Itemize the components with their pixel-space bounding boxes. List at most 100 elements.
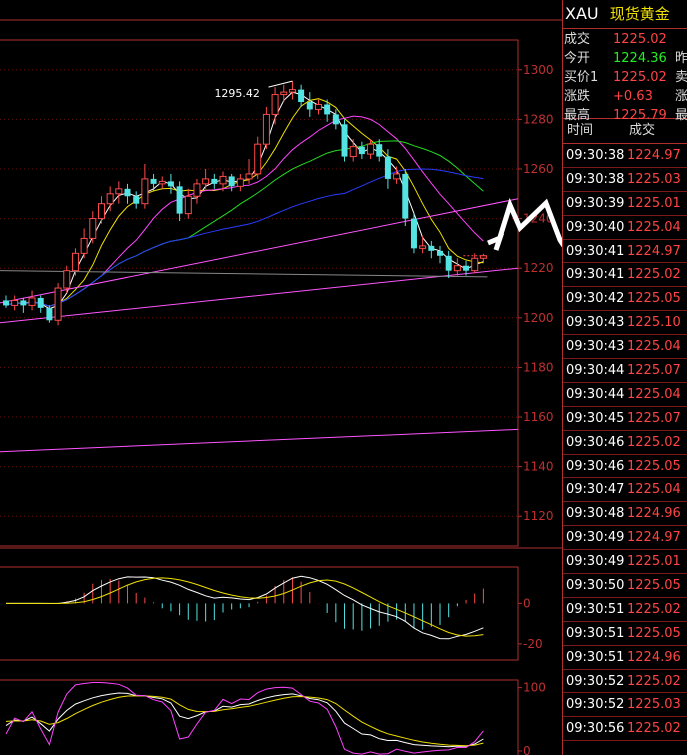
tick-time: 09:30:56 bbox=[566, 721, 625, 737]
tick-row[interactable]: 09:30:43 1225.10 bbox=[563, 311, 687, 336]
tick-time: 09:30:41 bbox=[566, 267, 625, 283]
candle-body-up bbox=[11, 299, 19, 306]
candle-body-up bbox=[184, 195, 192, 215]
quote-label: 成交 bbox=[564, 32, 591, 47]
tick-row[interactable]: 09:30:44 1225.04 bbox=[563, 383, 687, 407]
kdj-panel: 100 0 bbox=[5, 681, 546, 755]
tick-time: 09:30:44 bbox=[566, 386, 625, 402]
candle-body-up bbox=[245, 173, 253, 180]
quote-panel: XAU 现货黄金 成交 1225.02 今开 1224.36 昨买价1 1225.02 卖涨… bbox=[562, 0, 687, 755]
y-tick-label: 1200 bbox=[523, 311, 554, 325]
tick-price: 1225.02 bbox=[627, 721, 681, 737]
candle-body-down bbox=[410, 218, 417, 249]
trend-lines bbox=[0, 198, 519, 453]
tick-time: 09:30:51 bbox=[566, 625, 625, 641]
ticks-header: 时间 成交 bbox=[563, 119, 687, 144]
tick-row[interactable]: 09:30:41 1224.97 bbox=[563, 240, 687, 264]
price-axis: 1120114011601180120012201240126012801300 bbox=[518, 63, 554, 523]
tick-row[interactable]: 09:30:51 1225.02 bbox=[563, 598, 687, 622]
tick-row[interactable]: 09:30:42 1225.05 bbox=[563, 287, 687, 312]
high-annotation-label: 1295.42 bbox=[214, 87, 260, 100]
tick-row[interactable]: 09:30:38 1225.03 bbox=[563, 168, 687, 192]
candle-body-up bbox=[419, 245, 427, 249]
cursor-scribbles bbox=[487, 197, 562, 251]
ticks-header-time: 时间 bbox=[567, 123, 594, 138]
y-tick-label: 1260 bbox=[523, 162, 554, 176]
macd-tick-label: -20 bbox=[523, 637, 543, 651]
y-tick-label: 1140 bbox=[523, 460, 554, 474]
candle-body-up bbox=[271, 94, 279, 115]
candle-body-up bbox=[106, 193, 114, 205]
tick-row[interactable]: 09:30:52 1225.02 bbox=[563, 670, 687, 694]
tick-row[interactable]: 09:30:47 1225.04 bbox=[563, 478, 687, 503]
tick-price: 1225.05 bbox=[627, 578, 681, 594]
candle-body-up bbox=[80, 237, 88, 254]
candle-body-down bbox=[306, 102, 313, 110]
tick-row[interactable]: 09:30:40 1225.04 bbox=[563, 216, 687, 240]
quote-row: 涨跌 +0.63 涨 bbox=[563, 87, 687, 106]
y-tick-label: 1220 bbox=[523, 261, 554, 275]
tick-price: 1225.01 bbox=[627, 195, 681, 211]
tick-row[interactable]: 09:30:51 1224.96 bbox=[563, 646, 687, 670]
tick-row[interactable]: 09:30:46 1225.05 bbox=[563, 455, 687, 479]
tick-time: 09:30:51 bbox=[566, 649, 625, 665]
tick-row[interactable]: 09:30:51 1225.05 bbox=[563, 622, 687, 646]
tick-row[interactable]: 09:30:38 1224.97 bbox=[563, 144, 687, 168]
quote-extra-label: 卖 bbox=[675, 70, 687, 85]
tick-time: 09:30:38 bbox=[566, 171, 625, 187]
candle-body-up bbox=[115, 188, 123, 195]
candle-body-down bbox=[46, 307, 53, 321]
candle-body-up bbox=[262, 113, 270, 145]
tick-row[interactable]: 09:30:56 1225.02 bbox=[563, 717, 687, 742]
tick-time: 09:30:51 bbox=[566, 601, 625, 617]
candle-body-up bbox=[158, 180, 166, 185]
macd-dea-line bbox=[6, 577, 484, 637]
tick-row[interactable]: 09:30:48 1224.96 bbox=[563, 502, 687, 527]
tick-list[interactable]: 09:30:38 1224.97 09:30:38 1225.03 09:30:39 12… bbox=[563, 144, 687, 742]
candle-body-up bbox=[63, 270, 71, 289]
candle-body-up bbox=[89, 218, 97, 239]
quote-value: 1224.36 bbox=[613, 51, 667, 66]
candle-body-down bbox=[376, 144, 383, 157]
candle-body-down bbox=[176, 186, 183, 214]
tick-row[interactable]: 09:30:39 1225.01 bbox=[563, 192, 687, 216]
candle-body-up bbox=[314, 103, 322, 110]
quote-row: 买价1 1225.02 卖 bbox=[563, 68, 687, 87]
tick-row[interactable]: 09:30:41 1225.02 bbox=[563, 263, 687, 288]
candle-body-down bbox=[20, 300, 27, 306]
tick-time: 09:30:39 bbox=[566, 195, 625, 211]
kline-chart[interactable]: 1295.42 11201140116011801200122012401260… bbox=[0, 0, 562, 755]
candle-body-up bbox=[288, 89, 296, 93]
tick-row[interactable]: 09:30:52 1225.03 bbox=[563, 693, 687, 718]
tick-row[interactable]: 09:30:43 1225.04 bbox=[563, 335, 687, 360]
macd-panel: 0 -20 bbox=[6, 575, 543, 651]
candlestick-series bbox=[3, 81, 487, 326]
tick-row[interactable]: 09:30:49 1224.97 bbox=[563, 526, 687, 551]
kdj-tick-label: 100 bbox=[523, 681, 546, 695]
tick-time: 09:30:49 bbox=[566, 530, 625, 546]
candle-body-down bbox=[124, 188, 131, 197]
y-tick-label: 1120 bbox=[523, 509, 554, 523]
candle-body-down bbox=[358, 146, 365, 155]
candle-body-down bbox=[37, 297, 44, 308]
quote-extra-label: 涨 bbox=[675, 89, 687, 104]
tick-time: 09:30:50 bbox=[566, 578, 625, 594]
tick-row[interactable]: 09:30:50 1225.05 bbox=[563, 574, 687, 598]
kdj-j-line bbox=[5, 682, 484, 755]
tick-row[interactable]: 09:30:49 1225.01 bbox=[563, 550, 687, 575]
quote-value: 1225.02 bbox=[613, 32, 667, 47]
symbol-code: XAU bbox=[565, 4, 599, 23]
tick-row[interactable]: 09:30:45 1225.07 bbox=[563, 407, 687, 431]
tick-row[interactable]: 09:30:46 1225.02 bbox=[563, 431, 687, 455]
annotation-leader bbox=[268, 80, 293, 88]
instrument-name: 现货黄金 bbox=[609, 5, 670, 23]
tick-row[interactable]: 09:30:44 1225.07 bbox=[563, 359, 687, 383]
tick-price: 1225.02 bbox=[627, 601, 681, 617]
candle-body-up bbox=[236, 178, 244, 187]
tick-time: 09:30:49 bbox=[566, 554, 625, 570]
quote-extra-label: 昨 bbox=[675, 51, 687, 66]
tick-time: 09:30:38 bbox=[566, 148, 625, 163]
tick-price: 1225.07 bbox=[627, 410, 681, 426]
tick-price: 1224.97 bbox=[627, 148, 681, 163]
candle-body-down bbox=[133, 196, 140, 204]
